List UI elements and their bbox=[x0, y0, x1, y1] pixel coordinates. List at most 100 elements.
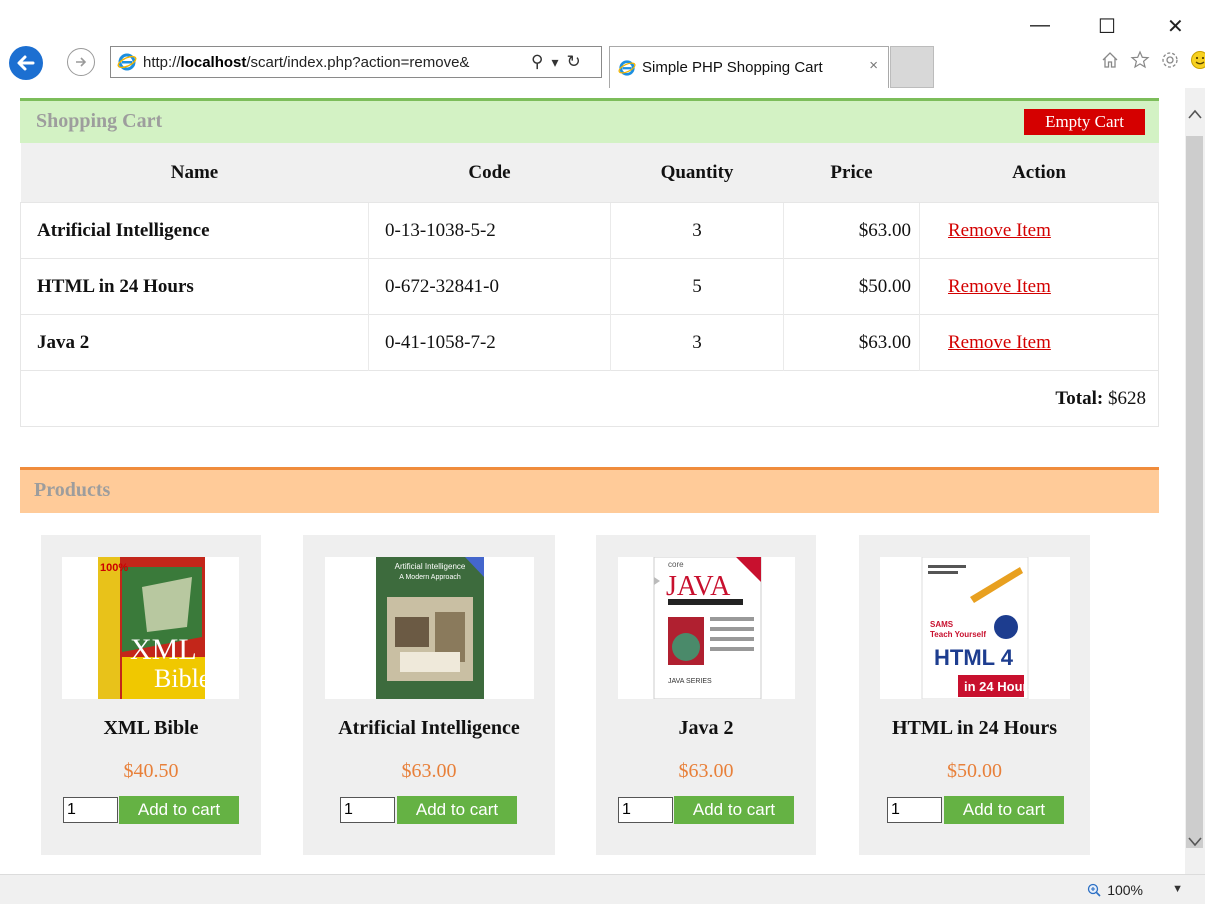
svg-text:SAMS: SAMS bbox=[930, 620, 954, 629]
item-name: HTML in 24 Hours bbox=[20, 258, 369, 315]
add-to-cart-button[interactable]: Add to cart bbox=[119, 796, 239, 824]
svg-text:Artificial Intelligence: Artificial Intelligence bbox=[395, 562, 466, 571]
svg-text:JAVA SERIES: JAVA SERIES bbox=[668, 678, 712, 685]
product-card: core JAVA JAVA SERIES Java 2 $63.00 1 Ad… bbox=[596, 535, 816, 855]
refresh-icon[interactable]: ↻ bbox=[566, 52, 580, 72]
svg-text:100%: 100% bbox=[100, 562, 128, 574]
search-icon[interactable]: ⚲ bbox=[531, 52, 543, 72]
empty-cart-button[interactable]: Empty Cart bbox=[1024, 109, 1145, 135]
zoom-dropdown-icon[interactable]: ▼ bbox=[1172, 883, 1183, 895]
product-card: 100% XML Bible XML Bible $40.50 1 Add to… bbox=[41, 535, 261, 855]
minimize-button[interactable]: — bbox=[1030, 14, 1050, 37]
settings-gear-icon[interactable] bbox=[1160, 50, 1180, 70]
tab-ie-icon bbox=[618, 59, 636, 76]
product-card: Artificial Intelligence A Modern Approac… bbox=[303, 535, 555, 855]
item-name: Atrificial Intelligence bbox=[20, 202, 369, 259]
cart-table: Name Code Quantity Price Action Atrifici… bbox=[20, 143, 1159, 427]
product-image: 100% XML Bible bbox=[62, 557, 239, 699]
product-card: SAMS Teach Yourself HTML 4 in 24 Hours H… bbox=[859, 535, 1090, 855]
vertical-scrollbar[interactable] bbox=[1185, 88, 1205, 874]
back-arrow-icon bbox=[17, 55, 35, 71]
zoom-level: 100% bbox=[1107, 882, 1143, 898]
dropdown-icon[interactable]: ▾ bbox=[551, 54, 558, 71]
item-code: 0-13-1038-5-2 bbox=[368, 202, 611, 259]
total-label: Total: bbox=[1055, 387, 1104, 409]
tab-title: Simple PHP Shopping Cart bbox=[642, 59, 823, 76]
product-price: $63.00 bbox=[678, 760, 734, 782]
ai-cover-image: Artificial Intelligence A Modern Approac… bbox=[376, 557, 484, 699]
product-image: Artificial Intelligence A Modern Approac… bbox=[325, 557, 534, 699]
toolbar-right bbox=[1100, 50, 1205, 70]
address-url[interactable]: http://localhost/scart/index.php?action=… bbox=[143, 54, 525, 71]
xml-bible-cover-image: 100% XML Bible bbox=[98, 557, 210, 699]
svg-text:A Modern Approach: A Modern Approach bbox=[399, 574, 461, 581]
column-header-quantity: Quantity bbox=[610, 143, 784, 203]
forward-button[interactable] bbox=[67, 48, 95, 76]
svg-text:Bible: Bible bbox=[154, 664, 210, 693]
product-image: core JAVA JAVA SERIES bbox=[618, 556, 795, 700]
zoom-icon bbox=[1088, 883, 1101, 897]
quantity-input[interactable]: 1 bbox=[887, 797, 942, 823]
zoom-control[interactable]: 100% bbox=[1087, 882, 1143, 898]
product-price: $40.50 bbox=[123, 760, 179, 782]
url-path: /scart/index.php?action=remove& bbox=[246, 53, 470, 71]
svg-text:XML: XML bbox=[130, 633, 197, 666]
scroll-down-icon[interactable] bbox=[1187, 836, 1203, 848]
item-quantity: 3 bbox=[610, 202, 784, 259]
tab-close-icon[interactable]: × bbox=[869, 57, 878, 74]
cart-header-row: Name Code Quantity Price Action bbox=[20, 143, 1159, 203]
product-name: XML Bible bbox=[103, 717, 199, 739]
back-button[interactable] bbox=[9, 46, 43, 80]
quantity-input[interactable]: 1 bbox=[340, 797, 395, 823]
product-name: Java 2 bbox=[678, 717, 734, 739]
column-header-name: Name bbox=[20, 143, 369, 203]
quantity-input[interactable]: 1 bbox=[618, 797, 673, 823]
column-header-price: Price bbox=[783, 143, 920, 203]
home-icon[interactable] bbox=[1100, 50, 1120, 70]
products-title: Products bbox=[34, 479, 111, 501]
forward-arrow-icon bbox=[76, 57, 87, 67]
html-24-hours-cover-image: SAMS Teach Yourself HTML 4 in 24 Hours bbox=[921, 556, 1035, 700]
maximize-button[interactable]: ☐ bbox=[1098, 14, 1116, 39]
svg-text:JAVA: JAVA bbox=[666, 571, 731, 602]
close-window-button[interactable]: ✕ bbox=[1167, 14, 1184, 39]
quantity-input[interactable]: 1 bbox=[63, 797, 118, 823]
scrollbar-thumb[interactable] bbox=[1186, 136, 1203, 848]
column-header-code: Code bbox=[368, 143, 611, 203]
remove-item-link[interactable]: Remove Item bbox=[948, 276, 1051, 297]
item-name: Java 2 bbox=[20, 314, 369, 371]
scroll-up-icon[interactable] bbox=[1187, 108, 1203, 120]
item-quantity: 3 bbox=[610, 314, 784, 371]
product-name: HTML in 24 Hours bbox=[891, 717, 1058, 739]
address-bar[interactable]: http://localhost/scart/index.php?action=… bbox=[110, 46, 602, 78]
page-content: Shopping Cart Empty Cart Name Code Quant… bbox=[0, 88, 1185, 874]
remove-item-link[interactable]: Remove Item bbox=[948, 220, 1051, 241]
feedback-smiley-icon[interactable] bbox=[1190, 50, 1205, 70]
url-host: localhost bbox=[180, 53, 247, 71]
item-price: $63.00 bbox=[783, 202, 920, 259]
add-to-cart-button[interactable]: Add to cart bbox=[944, 796, 1064, 824]
new-tab-button[interactable] bbox=[890, 46, 934, 88]
status-bar: 100% ▼ bbox=[0, 874, 1205, 904]
item-quantity: 5 bbox=[610, 258, 784, 315]
item-price: $50.00 bbox=[783, 258, 920, 315]
table-row: Java 2 0-41-1058-7-2 3 $63.00 Remove Ite… bbox=[20, 314, 1159, 371]
add-to-cart-button[interactable]: Add to cart bbox=[674, 796, 794, 824]
browser-chrome: — ☐ ✕ http://localhost/scart/index.php?a… bbox=[0, 0, 1205, 88]
product-price: $50.00 bbox=[947, 760, 1002, 782]
add-to-cart-button[interactable]: Add to cart bbox=[397, 796, 517, 824]
products-header: Products bbox=[20, 467, 1159, 513]
favorites-star-icon[interactable] bbox=[1130, 50, 1150, 70]
product-image: SAMS Teach Yourself HTML 4 in 24 Hours bbox=[880, 556, 1070, 700]
cart-header: Shopping Cart Empty Cart bbox=[20, 98, 1159, 143]
svg-text:HTML 4: HTML 4 bbox=[934, 645, 1014, 670]
product-name: Atrificial Intelligence bbox=[338, 717, 520, 739]
item-code: 0-41-1058-7-2 bbox=[368, 314, 611, 371]
table-row: Atrificial Intelligence 0-13-1038-5-2 3 … bbox=[20, 202, 1159, 259]
total-value: $628 bbox=[1108, 387, 1146, 409]
remove-item-link[interactable]: Remove Item bbox=[948, 332, 1051, 353]
svg-text:Teach Yourself: Teach Yourself bbox=[930, 630, 986, 639]
tab-shopping-cart[interactable]: Simple PHP Shopping Cart × bbox=[609, 46, 889, 88]
svg-text:in 24 Hours: in 24 Hours bbox=[964, 679, 1035, 694]
cart-title: Shopping Cart bbox=[36, 110, 163, 132]
